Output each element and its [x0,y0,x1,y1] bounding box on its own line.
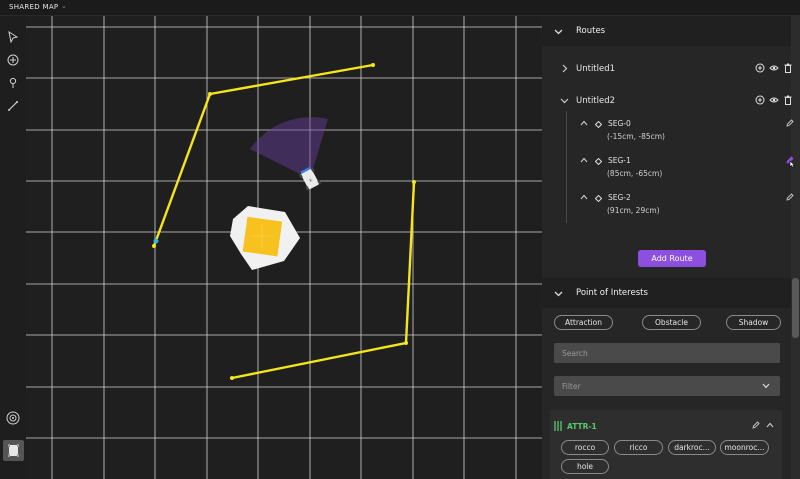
route-point[interactable] [152,244,156,248]
chevron-up-icon[interactable] [580,157,588,163]
route-point[interactable] [208,92,212,96]
chevron-down-icon [762,383,770,389]
pencil-icon[interactable] [786,119,794,127]
segment-item-seg-1[interactable]: SEG-1 (85cm, -65cm) [542,153,796,189]
chevron-down-icon[interactable] [554,27,563,36]
filter-chip-attraction[interactable]: Attraction [554,315,613,330]
robot-view-cone [250,117,328,179]
map-svg[interactable]: × [26,16,542,479]
poi-header[interactable]: Point of Interests [542,278,791,308]
eye-icon[interactable] [769,95,779,105]
map-canvas[interactable]: × [26,16,542,479]
left-toolbar [0,16,26,479]
chevron-up-icon[interactable] [580,194,588,200]
attr-tag[interactable]: hole [561,459,609,474]
filter-chip-shadow[interactable]: Shadow [726,315,781,330]
scrollbar-thumb[interactable] [792,278,799,338]
segment-name: SEG-1 [608,156,631,165]
chevron-up-icon[interactable] [580,120,588,126]
segment-coord: (91cm, 29cm) [607,206,660,215]
filter-select-label: Filter [562,381,581,391]
pencil-icon[interactable] [786,193,794,201]
pencil-icon[interactable] [786,156,796,168]
search-input[interactable]: Search [554,343,780,363]
waypoint-icon [595,121,602,128]
ruler-icon[interactable] [6,99,20,113]
routes-header[interactable]: Routes [542,16,791,46]
trash-icon[interactable] [783,95,793,105]
route-point[interactable] [404,341,408,345]
route-start-marker[interactable] [153,238,159,244]
top-bar: SHARED MAP ⌄ [0,0,800,16]
attr-tag[interactable]: ricco [614,440,663,455]
chevron-right-icon[interactable] [560,64,569,73]
route-item-untitled2[interactable]: Untitled2 [542,86,793,116]
waypoint-icon [595,195,602,202]
side-panel: Routes Untitled1 Untitled2 SEG-0 (-15cm,… [542,16,800,479]
filter-chip-obstacle[interactable]: Obstacle [642,315,701,330]
robot-icon [8,444,19,457]
add-route-button[interactable]: Add Route [638,250,706,267]
segment-item-seg-0[interactable]: SEG-0 (-15cm, -85cm) [542,116,794,152]
robot-button[interactable] [3,440,24,461]
route-name: Untitled2 [576,96,616,106]
route-point[interactable] [230,376,234,380]
segment-item-seg-2[interactable]: SEG-2 (91cm, 29cm) [542,190,794,226]
route-item-untitled1[interactable]: Untitled1 [542,54,793,84]
waypoint-icon [595,158,602,165]
title-chevron-icon[interactable]: ⌄ [61,2,67,10]
attr-tag[interactable]: darkroc... [668,440,716,455]
routes-title: Routes [576,26,606,36]
add-circle-icon[interactable] [755,63,765,73]
segment-name: SEG-2 [608,193,631,202]
route-point[interactable] [412,180,416,184]
trash-icon[interactable] [783,63,793,73]
segment-coord: (-15cm, -85cm) [607,132,665,141]
add-circle-icon[interactable] [6,53,20,67]
attraction-area[interactable] [242,216,283,257]
poi-title: Point of Interests [576,288,648,298]
add-circle-icon[interactable] [755,95,765,105]
eye-icon[interactable] [769,63,779,73]
pin-icon[interactable] [6,76,20,90]
attr-title: ATTR-1 [567,422,597,431]
pointer-icon[interactable] [6,30,20,44]
chevron-down-icon[interactable] [554,289,563,298]
route-point[interactable] [371,63,375,67]
segment-coord: (85cm, -65cm) [607,169,663,178]
chevron-down-icon[interactable] [560,96,569,105]
attr-tag[interactable]: rocco [561,440,609,455]
target-icon[interactable] [6,411,20,425]
filter-select[interactable]: Filter [554,376,780,396]
route-name: Untitled1 [576,64,616,74]
chevron-up-icon[interactable] [766,422,774,428]
attr-tag[interactable]: moonroc... [720,440,769,455]
app-title: SHARED MAP [9,3,59,11]
panel-scrollbar[interactable] [791,16,800,479]
segment-name: SEG-0 [608,119,631,128]
pencil-icon[interactable] [752,421,760,429]
attr-bars-icon [554,421,562,431]
